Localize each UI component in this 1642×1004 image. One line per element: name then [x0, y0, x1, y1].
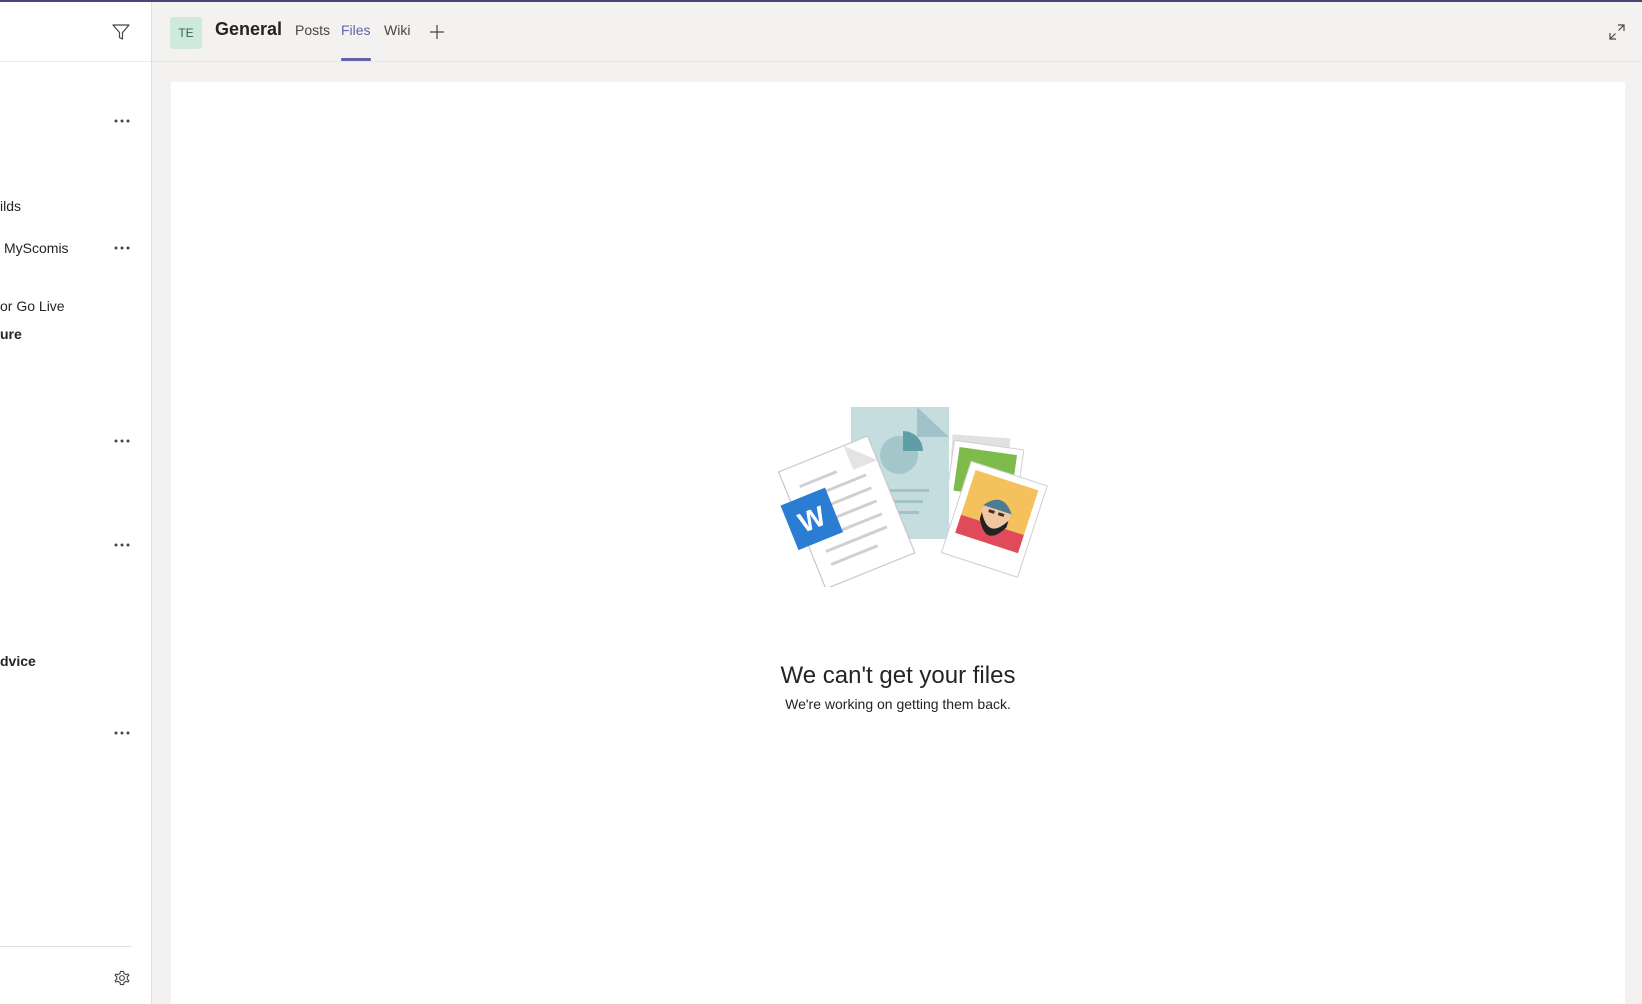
sidebar-item-label: ilds: [0, 198, 22, 214]
more-options-icon[interactable]: [110, 236, 134, 260]
sidebar-item-team[interactable]: ilds: [0, 194, 151, 218]
sidebar-header: [0, 2, 151, 62]
team-avatar: TE: [170, 17, 202, 49]
expand-icon[interactable]: [1607, 22, 1627, 42]
more-options-icon[interactable]: [110, 429, 134, 453]
sidebar-item-team[interactable]: or Go Live: [0, 294, 151, 318]
files-illustration: W: [777, 407, 1048, 587]
tab-label: Files: [341, 22, 371, 38]
more-options-icon[interactable]: [110, 533, 134, 557]
sidebar-item-team[interactable]: dvice: [0, 649, 151, 673]
more-options-icon[interactable]: [110, 721, 134, 745]
sidebar-divider: [0, 946, 131, 947]
tab-wiki[interactable]: Wiki: [384, 22, 410, 61]
settings-icon[interactable]: [111, 967, 133, 989]
tab-files[interactable]: Files: [341, 22, 371, 61]
channel-header: TE General Posts Files Wiki: [152, 2, 1642, 62]
sidebar-item-team[interactable]: ure: [0, 322, 151, 346]
sidebar-item-label: ure: [0, 326, 22, 342]
add-tab-icon[interactable]: [427, 22, 447, 42]
active-tab-indicator: [341, 58, 371, 61]
tab-posts[interactable]: Posts: [295, 22, 330, 61]
sidebar-item-label: MyScomis: [4, 240, 69, 256]
empty-state-title: We can't get your files: [780, 662, 1016, 689]
tab-label: Wiki: [384, 22, 411, 38]
tab-label: Posts: [295, 22, 331, 38]
empty-state-subtitle: We're working on getting them back.: [785, 696, 1011, 712]
sidebar-item-label: or Go Live: [0, 298, 65, 314]
sidebar-item-label: dvice: [0, 653, 36, 669]
more-options-icon[interactable]: [110, 109, 134, 133]
teams-sidebar: ilds MyScomis or Go Live ure dvice: [0, 2, 152, 1004]
files-content-area: W We can't get your files We're working …: [171, 82, 1625, 1004]
filter-icon[interactable]: [111, 22, 131, 42]
channel-title: General: [215, 19, 283, 39]
